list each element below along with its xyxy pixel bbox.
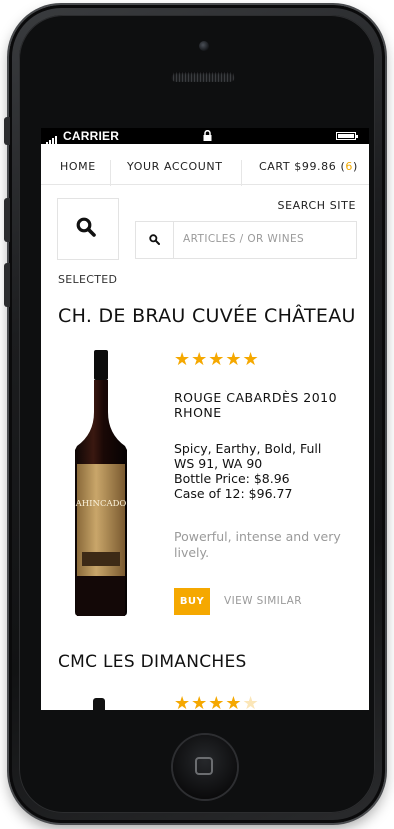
search-site-label: SEARCH SITE — [277, 199, 356, 212]
wine-bottle-image[interactable]: AHINCADO — [73, 350, 129, 616]
bottle-price: Bottle Price: $8.96 — [174, 471, 290, 486]
buy-button[interactable]: BUY — [174, 588, 210, 615]
nav-home-link[interactable]: HOME — [60, 160, 96, 173]
home-square-icon — [195, 757, 213, 775]
section-label: SELECTED — [58, 273, 118, 286]
critic-scores: WS 91, WA 90 — [174, 456, 263, 471]
search-icon — [76, 217, 96, 237]
star-rating: ★★★★★ — [174, 349, 260, 370]
battery-icon — [336, 132, 358, 140]
stars-filled: ★★★★★ — [174, 349, 260, 370]
cart-close: ) — [352, 160, 358, 173]
bottle-label-text: AHINCADO — [75, 499, 127, 509]
carrier-name: CARRIER — [63, 129, 120, 143]
front-camera — [199, 41, 209, 51]
search-icon — [149, 234, 160, 245]
case-price: Case of 12: $96.77 — [174, 486, 293, 501]
lock-icon — [203, 130, 212, 141]
search-placeholder: ARTICLES / OR WINES — [183, 233, 305, 245]
product-title[interactable]: CMC LES DIMANCHES — [58, 652, 247, 672]
search-toggle-button[interactable] — [57, 198, 119, 260]
product-title[interactable]: CH. DE BRAU CUVÉE CHÂTEAU — [58, 305, 356, 327]
tasting-notes: Spicy, Earthy, Bold, Full — [174, 441, 322, 456]
cart-count: 6 — [345, 160, 353, 173]
nav-cart-link[interactable]: CART $99.86 (6) — [259, 160, 358, 173]
cart-total: CART $99.86 ( — [259, 160, 346, 173]
volume-up-button — [4, 198, 10, 242]
status-bar: CARRIER — [41, 128, 369, 145]
earpiece-speaker — [171, 72, 235, 82]
star-rating: ★★★★★ — [174, 693, 260, 710]
stars-filled: ★★★★ — [174, 693, 243, 710]
mute-switch — [4, 117, 10, 145]
nav-divider — [241, 160, 242, 186]
top-nav: HOME YOUR ACCOUNT CART $99.86 (6) — [41, 144, 369, 186]
app-screen: CARRIER HOME YOUR ACCOUNT CART $99.86 (6… — [41, 128, 369, 710]
volume-down-button — [4, 263, 10, 307]
search-input[interactable]: ARTICLES / OR WINES — [135, 221, 357, 259]
search-divider — [173, 222, 174, 258]
wine-description: Powerful, intense and very lively. — [174, 529, 341, 560]
nav-account-link[interactable]: YOUR ACCOUNT — [127, 160, 223, 173]
wine-name: ROUGE CABARDÈS 2010 RHONE — [174, 390, 338, 420]
view-similar-link[interactable]: VIEW SIMILAR — [224, 595, 302, 607]
nav-divider — [110, 160, 111, 186]
signal-icon — [46, 131, 58, 145]
home-button[interactable] — [173, 735, 237, 799]
stars-empty: ★ — [242, 693, 260, 710]
wine-details: Spicy, Earthy, Bold, Full WS 91, WA 90 B… — [174, 441, 321, 501]
wine-bottle-image[interactable] — [93, 698, 105, 710]
